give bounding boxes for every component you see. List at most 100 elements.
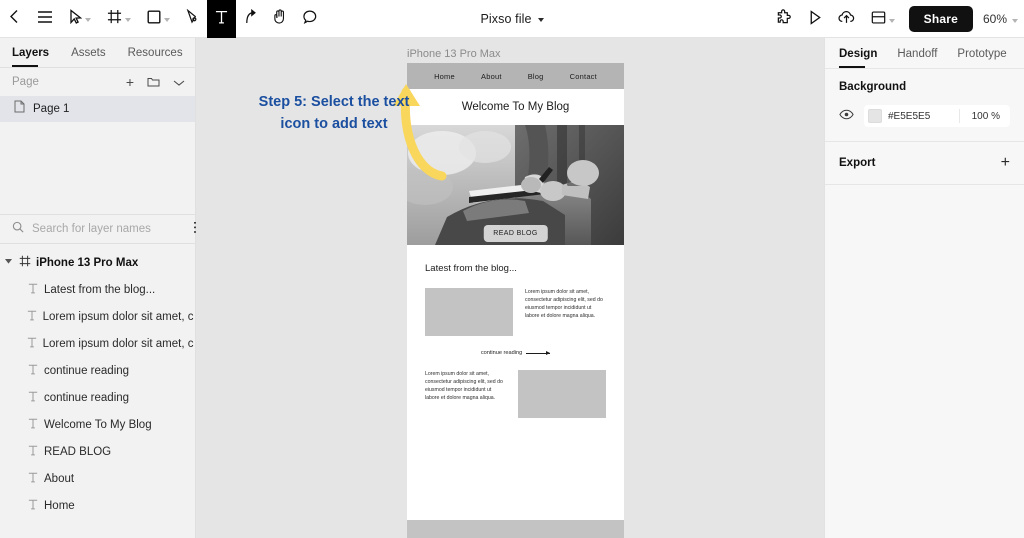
read-blog-button[interactable]: READ BLOG — [483, 225, 548, 242]
text-layer-icon — [22, 445, 44, 459]
layer-row-label: continue reading — [44, 364, 130, 377]
layer-row[interactable]: continue reading — [0, 384, 195, 411]
blog-body-2[interactable]: Lorem ipsum dolor sit amet, consectetur … — [425, 370, 506, 402]
tab-resources-label: Resources — [127, 47, 183, 59]
plugin-icon — [776, 9, 792, 29]
frame-icon — [14, 255, 36, 270]
tab-design[interactable]: Design — [839, 48, 877, 68]
text-layer-icon — [22, 391, 44, 405]
shape-tool-icon — [147, 10, 161, 28]
background-color-field[interactable]: #E5E5E5 100 % — [864, 105, 1010, 127]
chevron-down-icon[interactable] — [164, 18, 170, 22]
shape-tool-button[interactable] — [139, 0, 178, 38]
path-tool-button[interactable] — [236, 0, 265, 38]
blog-thumbnail-1 — [425, 288, 513, 336]
layer-row[interactable]: Welcome To My Blog — [0, 411, 195, 438]
play-button[interactable] — [800, 0, 830, 38]
layer-row-label: Welcome To My Blog — [44, 418, 152, 431]
share-button[interactable]: Share — [908, 6, 973, 32]
tab-assets[interactable]: Assets — [71, 47, 106, 67]
menu-icon — [37, 10, 53, 28]
chevron-down-icon[interactable] — [0, 259, 14, 266]
section-title[interactable]: Latest from the blog... — [407, 245, 624, 274]
page-list-item-label: Page 1 — [33, 103, 70, 115]
divider — [825, 184, 1024, 185]
pixso-app-window: Pixso file Share 60% Layers Assets Resou… — [0, 0, 1024, 538]
layer-row[interactable]: Latest from the blog... — [0, 276, 195, 303]
search-input[interactable] — [32, 223, 186, 235]
frame-tool-icon — [107, 9, 122, 28]
layer-row[interactable]: Home — [0, 492, 195, 519]
pen-tool-button[interactable] — [178, 0, 207, 38]
text-layer-icon — [22, 418, 44, 432]
divider — [958, 109, 960, 123]
chevron-down-icon[interactable] — [1012, 18, 1018, 23]
chevron-down-icon[interactable] — [888, 18, 895, 23]
plus-icon[interactable]: + — [1001, 155, 1010, 171]
comment-tool-button[interactable] — [295, 0, 325, 38]
arrow-right-icon — [526, 350, 551, 355]
zoom-level-label[interactable]: 60% — [983, 12, 1007, 26]
page-list-item[interactable]: Page 1 — [0, 96, 195, 122]
blog-body-1[interactable]: Lorem ipsum dolor sit amet, consectetur … — [525, 288, 606, 320]
collapse-pages-icon[interactable] — [173, 75, 185, 89]
text-layer-icon — [22, 499, 44, 513]
left-panel-tabs: Layers Assets Resources — [0, 38, 195, 67]
text-layer-icon — [22, 283, 44, 297]
layer-row[interactable]: Lorem ipsum dolor sit amet, c… — [0, 303, 195, 330]
upload-icon — [838, 10, 855, 28]
artboard-label[interactable]: iPhone 13 Pro Max — [407, 48, 501, 60]
color-swatch[interactable] — [868, 109, 882, 123]
export-section: Export + — [825, 141, 1024, 184]
menu-button[interactable] — [29, 0, 61, 38]
back-icon — [8, 9, 21, 28]
export-section-title: Export — [839, 157, 876, 169]
tab-handoff[interactable]: Handoff — [897, 48, 937, 68]
text-layer-icon — [22, 472, 44, 486]
path-tool-icon — [244, 8, 257, 28]
layer-tree: iPhone 13 Pro Max Latest from the blog...… — [0, 244, 195, 519]
page-list-empty-space — [0, 122, 195, 214]
new-folder-icon[interactable] — [147, 75, 160, 89]
eye-icon[interactable] — [839, 109, 854, 123]
frame-tool-button[interactable] — [99, 0, 139, 38]
text-layer-icon — [22, 364, 44, 378]
chevron-down-icon[interactable] — [85, 18, 91, 22]
add-page-icon[interactable]: + — [126, 75, 134, 89]
play-icon — [808, 9, 822, 29]
layer-row[interactable]: Lorem ipsum dolor sit amet, c… — [0, 330, 195, 357]
opacity-value[interactable]: 100 % — [966, 111, 1006, 122]
hand-tool-button[interactable] — [265, 0, 295, 38]
file-name-menu[interactable]: Pixso file — [480, 12, 544, 26]
tab-handoff-label: Handoff — [897, 48, 938, 60]
plugin-button[interactable] — [768, 0, 800, 38]
annotation-arrow-icon — [393, 84, 447, 181]
back-button[interactable] — [0, 0, 29, 38]
page-section-label: Page — [12, 76, 39, 88]
pen-tool-icon — [186, 8, 199, 28]
tab-layers[interactable]: Layers — [12, 47, 49, 67]
layer-row[interactable]: About — [0, 465, 195, 492]
tab-prototype[interactable]: Prototype — [957, 48, 1006, 68]
tab-prototype-label: Prototype — [957, 48, 1007, 60]
text-tool-button[interactable] — [207, 0, 236, 38]
hex-value[interactable]: #E5E5E5 — [888, 111, 953, 122]
layout-button[interactable] — [863, 0, 903, 38]
layer-row[interactable]: iPhone 13 Pro Max — [0, 249, 195, 276]
blog-card-2: Lorem ipsum dolor sit amet, consectetur … — [407, 356, 624, 418]
upload-button[interactable] — [830, 0, 863, 38]
hand-tool-icon — [273, 9, 287, 28]
layer-row-label: Lorem ipsum dolor sit amet, c… — [42, 337, 195, 350]
layer-row-label: Home — [44, 499, 75, 512]
text-layer-icon — [22, 310, 43, 324]
move-tool-button[interactable] — [61, 0, 99, 38]
layer-row[interactable]: continue reading — [0, 357, 195, 384]
search-icon — [12, 220, 24, 238]
layer-row[interactable]: READ BLOG — [0, 438, 195, 465]
text-tool-icon — [215, 10, 228, 28]
blog-card-1: Lorem ipsum dolor sit amet, consectetur … — [407, 274, 624, 356]
layer-row-label: continue reading — [44, 391, 130, 404]
chevron-down-icon[interactable] — [125, 18, 131, 22]
tab-resources[interactable]: Resources — [128, 47, 183, 67]
tab-design-label: Design — [839, 48, 878, 60]
